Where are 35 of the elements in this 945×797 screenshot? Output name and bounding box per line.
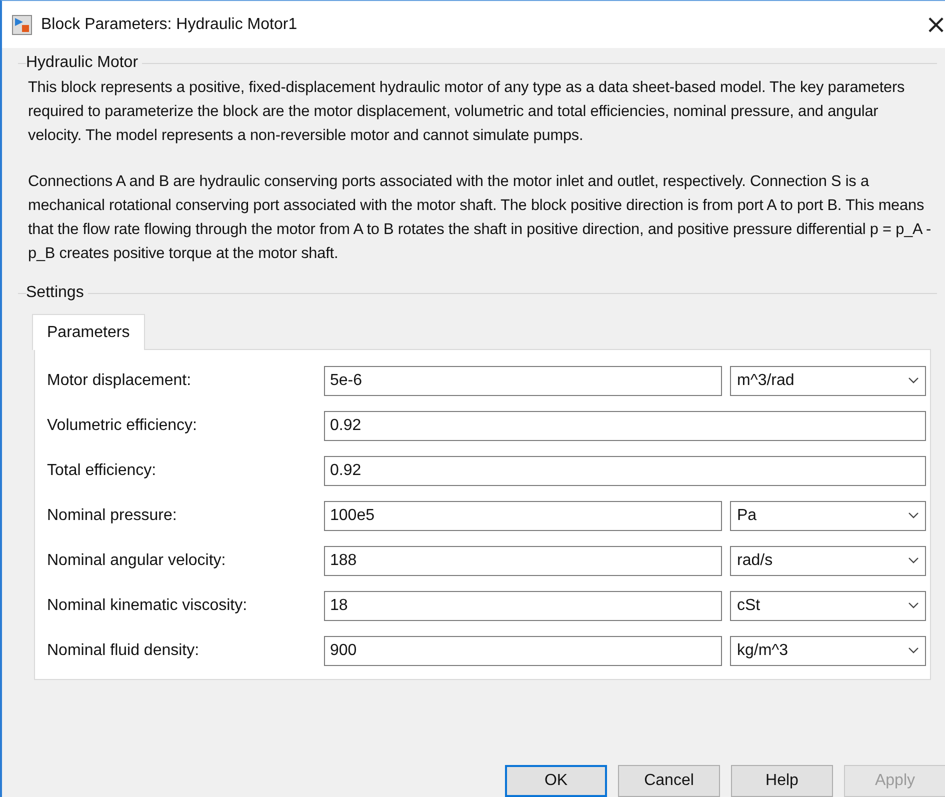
value-field[interactable]: 18 — [324, 590, 722, 620]
parameter-label: Volumetric efficiency: — [47, 416, 198, 434]
caret-icon — [908, 512, 919, 519]
group-title: Settings — [26, 284, 85, 302]
parameters-tab[interactable]: Parameters — [32, 314, 145, 350]
window-title: Block Parameters: Hydraulic Motor1 — [41, 16, 298, 34]
dialog-button[interactable]: OK — [505, 765, 607, 797]
value-field[interactable]: 100e5 — [324, 500, 722, 530]
parameter-label: Motor displacement: — [47, 372, 192, 390]
value-field[interactable]: 0.92 — [324, 456, 926, 486]
dialog-button[interactable]: Help — [731, 765, 833, 797]
parameter-label: Total efficiency: — [47, 462, 158, 480]
unit-dropdown[interactable]: kg/m^3 — [730, 636, 926, 666]
caret-icon — [908, 557, 919, 564]
value-field[interactable]: 0.92 — [324, 410, 926, 440]
description-text: Connections A and B are hydraulic conserving ports associated with the motor inlet and outlet, respectively. Connection S is a mechanical rotational conserving port associated with the motor shaft. The block positive direction is from port A to port B. This means that the flow rate flowing through the motor from A to B rotates the shaft in positive direction, and positive pressure differential p = p_A - p_B creates positive torque at the motor shaft. — [28, 172, 932, 264]
parameter-label: Nominal fluid density: — [47, 642, 200, 660]
block-icon — [12, 14, 32, 34]
close-button[interactable]: × — [921, 4, 945, 44]
unit-dropdown[interactable]: Pa — [730, 500, 926, 530]
caret-icon — [908, 377, 919, 384]
caret-icon — [908, 602, 919, 609]
description-text: This block represents a positive, fixed-displacement hydraulic motor of any type as a data sheet-based model. The key parameters required to parameterize the block are the motor displacement, volumetric and total efficiencies, nominal pressure, and angular velocity. The model represents a non-reversible motor and cannot simulate pumps. — [28, 78, 906, 146]
parameter-label: Nominal pressure: — [47, 506, 178, 524]
caret-icon — [908, 647, 919, 654]
dialog-button[interactable]: Cancel — [618, 765, 720, 797]
value-field[interactable]: 900 — [324, 636, 722, 666]
value-field[interactable]: 188 — [324, 546, 722, 576]
unit-dropdown[interactable]: rad/s — [730, 546, 926, 576]
value-field[interactable]: 5e-6 — [324, 366, 722, 396]
parameter-label: Nominal kinematic viscosity: — [47, 596, 248, 614]
group-title: Hydraulic Motor — [26, 54, 140, 72]
parameter-label: Nominal angular velocity: — [47, 552, 227, 570]
unit-dropdown[interactable]: m^3/rad — [730, 366, 926, 396]
unit-dropdown[interactable]: cSt — [730, 590, 926, 620]
